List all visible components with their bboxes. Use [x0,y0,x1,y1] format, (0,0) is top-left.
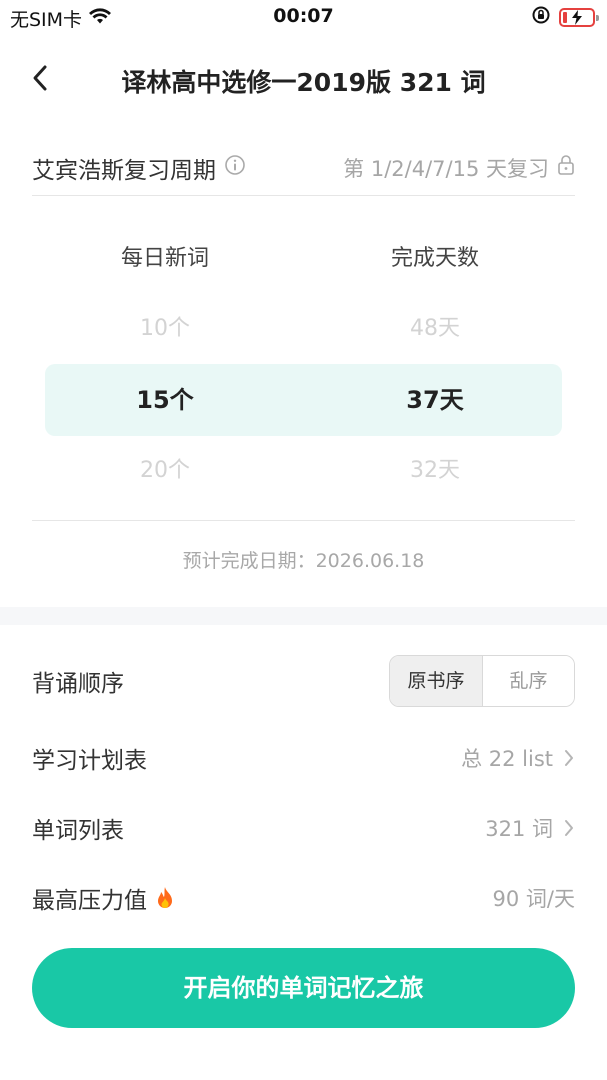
divider [32,520,575,521]
back-button[interactable] [22,60,58,96]
word-list-label: 单词列表 [32,818,124,844]
daily-words-header: 每日新词 [120,246,209,271]
word-list-value: 321 词 [485,817,553,841]
lock-icon [557,154,575,181]
completion-days-header: 完成天数 [390,246,479,271]
status-time: 00:07 [273,5,334,27]
study-plan-value: 总 22 list [461,747,553,771]
chevron-right-icon [565,750,573,766]
review-cycle-right: 第 1/2/4/7/15 天复习 [343,153,575,183]
review-cycle-value: 第 1/2/4/7/15 天复习 [343,156,549,181]
word-list-value-group: 321 词 [485,813,575,843]
completion-days-selected: 37天 [406,386,464,414]
review-cycle-row: 艾宾浩斯复习周期 第 1/2/4/7/15 天复习 [32,140,575,196]
word-list-row[interactable]: 单词列表 321 词 [32,798,575,858]
study-plan-row[interactable]: 学习计划表 总 22 list [32,728,575,788]
estimated-completion-date: 预计完成日期：2026.06.18 [182,550,425,572]
rotation-lock-icon [531,5,551,29]
recite-order-label: 背诵顺序 [32,671,124,697]
start-journey-button[interactable]: 开启你的单词记忆之旅 [32,948,575,1028]
battery-icon [559,7,599,27]
chevron-right-icon [565,820,573,836]
max-pressure-label: 最高压力值 [32,888,147,914]
max-pressure-label-group: 最高压力值 [32,881,175,915]
picker-header: 每日新词 完成天数 [32,240,575,276]
order-original-button[interactable]: 原书序 [390,656,482,706]
daily-words-option: 20个 [140,458,190,483]
picker-selected-row[interactable]: 15个 37天 [45,364,562,436]
recite-order-row: 背诵顺序 原书序 乱序 [32,651,575,711]
order-shuffle-button[interactable]: 乱序 [482,656,574,706]
max-pressure-row: 最高压力值 90 词/天 [32,868,575,928]
daily-words-selected: 15个 [136,386,194,414]
fire-icon [158,887,172,908]
completion-days-option: 32天 [410,458,460,483]
recite-order-toggle: 原书序 乱序 [389,655,575,707]
completion-days-option: 48天 [410,316,460,341]
daily-words-option: 10个 [140,316,190,341]
study-plan-value-group: 总 22 list [461,743,575,773]
max-pressure-value: 90 词/天 [492,887,575,911]
picker-option-row[interactable]: 20个 32天 [45,435,562,507]
study-plan-label: 学习计划表 [32,748,147,774]
nav-bar: 译林高中选修一2019版 321 词 [0,50,607,106]
review-cycle-label: 艾宾浩斯复习周期 [32,157,216,184]
back-arrow-icon [33,65,47,91]
review-cycle-left: 艾宾浩斯复习周期 [32,151,246,185]
status-bar: 无SIM卡 00:07 [0,0,607,36]
page-title: 译林高中选修一2019版 321 词 [121,68,486,97]
section-separator [0,607,607,625]
info-icon[interactable] [224,154,246,182]
status-right [531,5,599,29]
picker-option-row[interactable]: 10个 48天 [45,293,562,365]
